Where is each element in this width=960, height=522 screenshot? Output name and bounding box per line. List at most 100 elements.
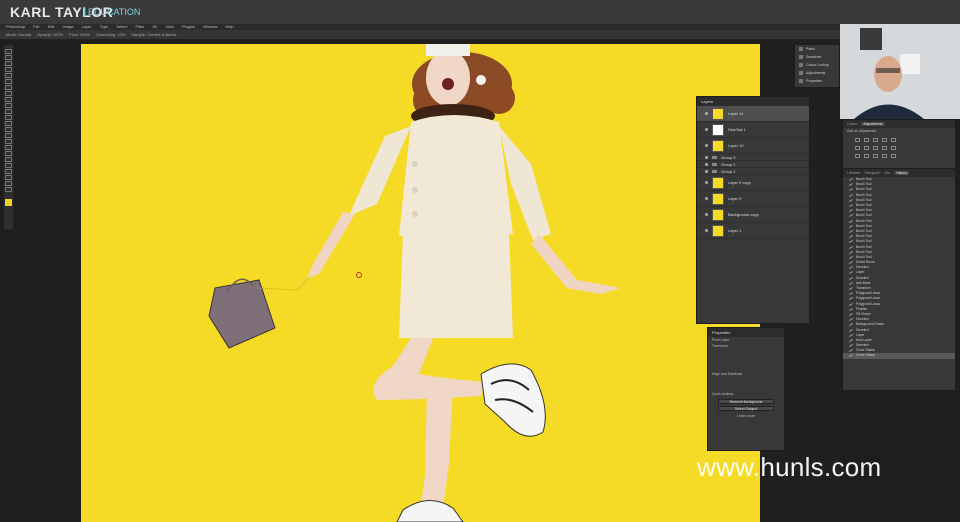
history-panel[interactable]: Libraries Histogram Info History Brush Tool… <box>842 168 956 391</box>
tool-icon[interactable] <box>5 187 12 192</box>
adjustment-icon[interactable] <box>891 146 896 150</box>
option-item[interactable]: Smoothing: 10% <box>96 32 125 37</box>
adjustment-icon[interactable] <box>855 138 860 142</box>
tool-icon[interactable] <box>5 145 12 150</box>
tool-icon[interactable] <box>5 79 12 84</box>
tab-colour[interactable]: Colour <box>847 122 857 126</box>
properties-panel[interactable]: Properties Pixel Layer Transform Align a… <box>707 327 785 451</box>
panel-icon <box>799 47 803 51</box>
dock-item[interactable]: Properties <box>795 77 839 85</box>
visibility-eye-icon[interactable] <box>705 181 708 184</box>
properties-section-quick-actions[interactable]: Quick Actions <box>708 391 784 397</box>
adjustment-icon[interactable] <box>873 138 878 142</box>
adjustment-icon[interactable] <box>855 146 860 150</box>
option-item[interactable]: Sample: Current & Below <box>131 32 176 37</box>
adjustments-tabs: Colour Adjustments <box>843 120 955 128</box>
layer-row[interactable]: Layer 11 <box>697 106 809 122</box>
adjustment-icon[interactable] <box>891 154 896 158</box>
layer-row[interactable]: Group 3 <box>697 154 809 161</box>
learn-more-link[interactable]: Learn more <box>708 413 784 419</box>
dock-item[interactable]: Colour Lookup <box>795 61 839 69</box>
tool-icon[interactable] <box>5 61 12 66</box>
dock-item[interactable]: Swatches <box>795 53 839 61</box>
tab-adjustments[interactable]: Adjustments <box>861 122 885 126</box>
history-tab[interactable]: Histogram <box>864 171 880 175</box>
option-item[interactable]: Flow: 100% <box>69 32 90 37</box>
tool-icon[interactable] <box>5 133 12 138</box>
visibility-eye-icon[interactable] <box>705 155 708 159</box>
visibility-eye-icon[interactable] <box>705 197 708 200</box>
tool-icon[interactable] <box>5 73 12 78</box>
remove-background-button[interactable]: Remove Background <box>718 399 774 404</box>
brush-icon <box>849 307 853 311</box>
visibility-eye-icon[interactable] <box>705 169 708 173</box>
brush-icon <box>849 245 853 249</box>
tool-icon[interactable] <box>5 175 12 180</box>
tool-icon[interactable] <box>5 157 12 162</box>
adjustment-icon[interactable] <box>891 138 896 142</box>
tool-icon[interactable] <box>5 97 12 102</box>
options-bar: Mode: Normal Opacity: 100% Flow: 100% Smoot… <box>0 30 840 40</box>
document-canvas[interactable] <box>81 44 760 522</box>
adjustment-icon[interactable] <box>855 154 860 158</box>
layer-row[interactable]: Hue/Sat 1 <box>697 122 809 138</box>
adjustment-icon[interactable] <box>882 154 887 158</box>
tool-icon[interactable] <box>5 91 12 96</box>
layer-row[interactable]: Layer 1 <box>697 223 809 239</box>
align-controls <box>708 377 784 391</box>
visibility-eye-icon[interactable] <box>705 213 708 216</box>
history-tab[interactable]: Libraries <box>847 171 860 175</box>
tool-icon[interactable] <box>5 115 12 120</box>
layer-name: Layer 9 copy <box>728 180 751 185</box>
tool-icon[interactable] <box>5 49 12 54</box>
history-state[interactable]: Clone Stamp <box>843 353 955 359</box>
adjustment-icon[interactable] <box>882 138 887 142</box>
tool-icon[interactable] <box>5 151 12 156</box>
layer-name: Layer 9 <box>728 196 742 201</box>
option-item[interactable]: Mode: Normal <box>6 32 31 37</box>
history-tab[interactable]: Info <box>884 171 890 175</box>
tool-icon[interactable] <box>5 127 12 132</box>
layer-row[interactable]: Group 2 <box>697 161 809 168</box>
adjustment-icon[interactable] <box>864 138 869 142</box>
tool-icon[interactable] <box>5 55 12 60</box>
dock-item[interactable]: Adjustments <box>795 69 839 77</box>
layers-panel[interactable]: Layers Layer 11 Hue/Sat 1 Layer 10 Group 3G… <box>696 96 810 324</box>
layer-row[interactable]: Background copy <box>697 207 809 223</box>
tool-icon[interactable] <box>5 103 12 108</box>
tool-icon[interactable] <box>5 85 12 90</box>
brush-icon <box>849 209 853 213</box>
option-item[interactable]: Opacity: 100% <box>37 32 63 37</box>
visibility-eye-icon[interactable] <box>705 229 708 232</box>
visibility-eye-icon[interactable] <box>705 144 708 147</box>
layer-row[interactable]: Layer 9 copy <box>697 175 809 191</box>
tool-icon[interactable] <box>5 109 12 114</box>
adjustment-icon[interactable] <box>882 146 887 150</box>
adjustment-icon[interactable] <box>864 154 869 158</box>
layer-thumbnail <box>712 139 724 152</box>
adjustment-icon[interactable] <box>873 146 878 150</box>
adjustments-panel[interactable]: Colour Adjustments Add an adjustment <box>842 119 956 169</box>
tool-icon[interactable] <box>5 67 12 72</box>
visibility-eye-icon[interactable] <box>705 128 708 131</box>
visibility-eye-icon[interactable] <box>705 162 708 166</box>
layer-row[interactable]: Group 1 <box>697 168 809 175</box>
layer-row[interactable]: Layer 9 <box>697 191 809 207</box>
select-subject-button[interactable]: Select Subject <box>718 406 774 411</box>
tool-icon[interactable] <box>5 121 12 126</box>
dock-item[interactable]: Paths <box>795 45 839 53</box>
brush-icon <box>849 344 853 348</box>
tool-icon[interactable] <box>5 139 12 144</box>
tool-icon[interactable] <box>5 181 12 186</box>
brush-icon <box>849 266 853 270</box>
brush-icon <box>849 318 853 322</box>
tool-icon[interactable] <box>5 163 12 168</box>
adjustment-icon[interactable] <box>873 154 878 158</box>
brush-icon <box>849 328 853 332</box>
adjustment-icon[interactable] <box>864 146 869 150</box>
history-tab[interactable]: History <box>894 171 910 175</box>
layer-row[interactable]: Layer 10 <box>697 138 809 154</box>
visibility-eye-icon[interactable] <box>705 112 708 115</box>
foreground-color-swatch[interactable] <box>5 199 12 206</box>
tool-icon[interactable] <box>5 169 12 174</box>
